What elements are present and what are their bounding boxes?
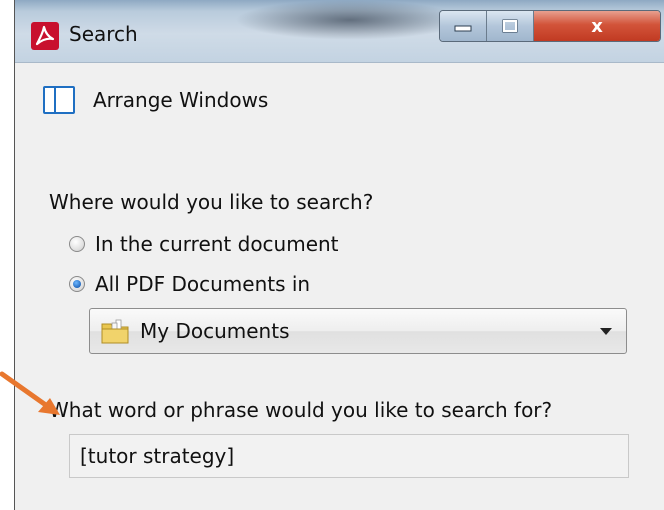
search-phrase-question: What word or phrase would you like to se… <box>49 398 553 422</box>
radio-all-pdf-documents-label: All PDF Documents in <box>95 272 311 296</box>
radio-current-document-label: In the current document <box>95 232 339 256</box>
radio-all-pdf-documents-circle[interactable] <box>69 276 85 292</box>
search-phrase-input[interactable] <box>69 434 629 478</box>
chevron-down-icon[interactable] <box>600 327 612 335</box>
radio-current-document[interactable]: In the current document <box>69 232 339 256</box>
arrange-windows-button[interactable]: Arrange Windows <box>43 86 268 114</box>
title-bar-shadow <box>235 0 465 40</box>
search-location-question: Where would you like to search? <box>49 190 374 214</box>
maximize-button[interactable] <box>487 11 534 41</box>
radio-current-document-circle[interactable] <box>69 236 85 252</box>
minimize-button[interactable] <box>440 11 487 41</box>
minimize-icon <box>454 25 472 32</box>
arrange-windows-icon <box>43 86 75 114</box>
folder-select[interactable]: My Documents <box>89 308 627 354</box>
annotation-arrow-icon <box>0 371 60 415</box>
search-window: Search x Arrange Windows Where would you… <box>14 0 664 510</box>
arrange-windows-label: Arrange Windows <box>93 88 269 112</box>
folder-select-value: My Documents <box>140 319 290 343</box>
window-title: Search <box>69 22 138 46</box>
window-controls: x <box>439 10 661 42</box>
folder-icon <box>101 319 129 344</box>
dialog-content: Arrange Windows Where would you like to … <box>15 62 664 510</box>
title-bar[interactable]: Search x <box>15 0 664 63</box>
maximize-icon <box>502 19 518 33</box>
close-button[interactable]: x <box>534 11 660 41</box>
close-icon: x <box>591 15 603 37</box>
radio-all-pdf-documents[interactable]: All PDF Documents in <box>69 272 310 296</box>
adobe-reader-icon <box>31 22 59 50</box>
